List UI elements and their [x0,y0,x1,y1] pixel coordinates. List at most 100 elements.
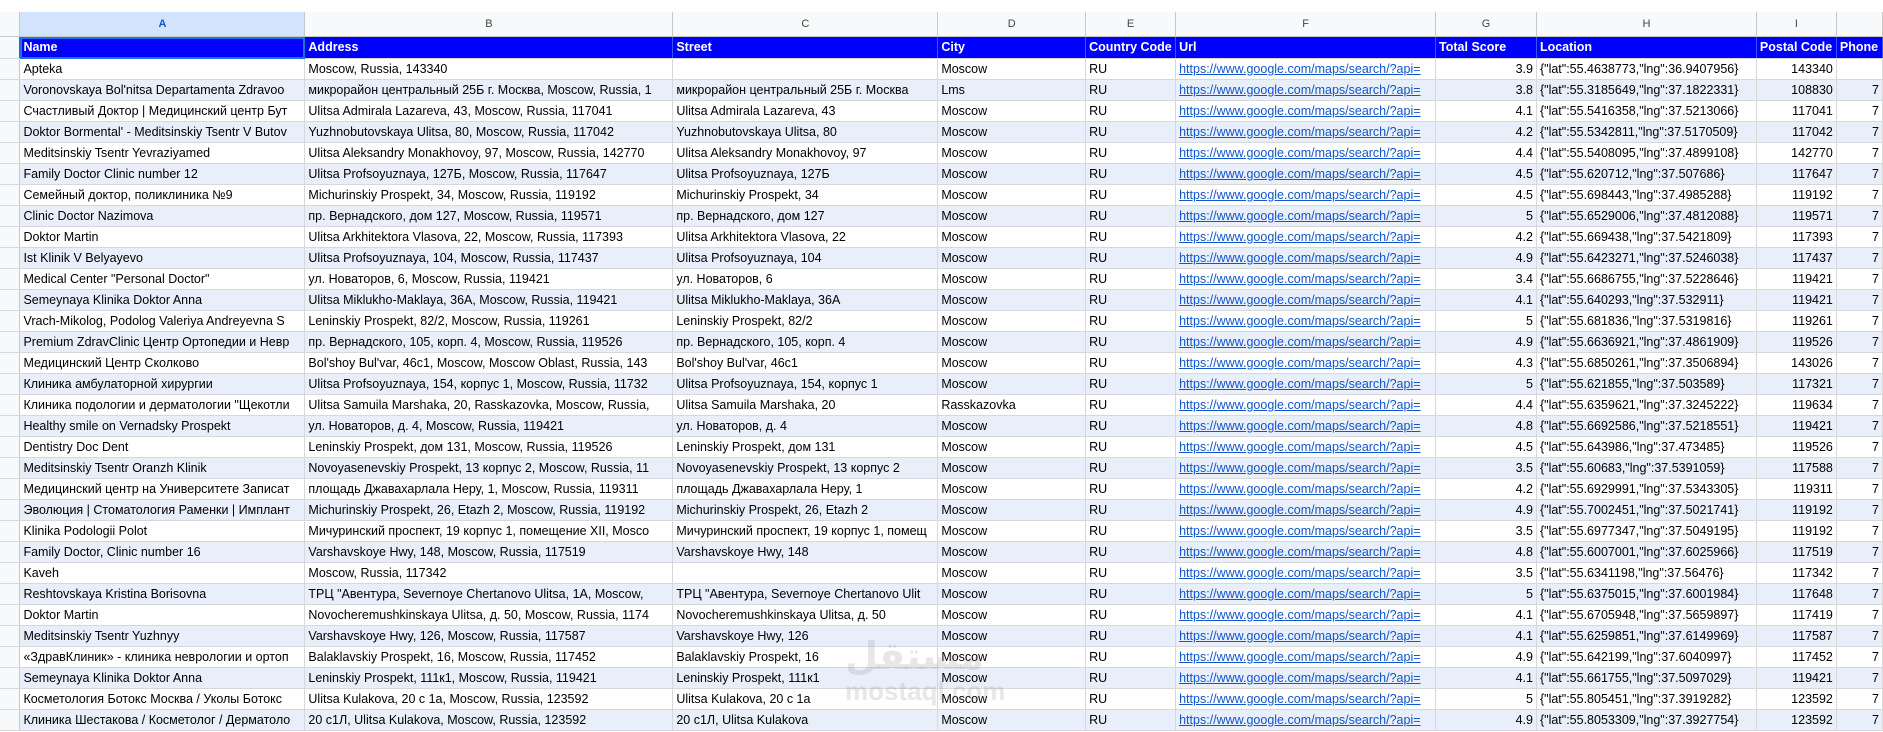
table-cell[interactable]: Family Doctor, Clinic number 16 [19,541,306,563]
table-cell[interactable]: {"lat":55.6850261,"lng":37.3506894} [1536,352,1757,374]
table-cell[interactable]: {"lat":55.5416358,"lng":37.5213066} [1536,100,1757,122]
table-cell[interactable]: 117042 [1756,121,1837,143]
table-cell[interactable]: 119261 [1756,310,1837,332]
table-cell[interactable]: пр. Вернадского, 105, корп. 4 [672,331,939,353]
table-cell[interactable] [672,562,939,584]
table-cell[interactable]: {"lat":55.698443,"lng":37.4985288} [1536,184,1757,206]
header-cell[interactable]: Url [1175,36,1437,59]
url-link-cell[interactable]: https://www.google.com/maps/search/?api= [1175,247,1437,269]
table-cell[interactable]: {"lat":55.643986,"lng":37.473485} [1536,436,1757,458]
table-cell[interactable]: Moscow [937,121,1087,143]
table-cell[interactable]: 4.8 [1435,415,1537,437]
table-cell[interactable]: Ulitsa Profsoyuznaya, 104 [672,247,939,269]
table-cell[interactable]: Moscow, Russia, 117342 [304,562,674,584]
table-cell[interactable]: 4.5 [1435,163,1537,185]
url-link-cell[interactable]: https://www.google.com/maps/search/?api= [1175,436,1437,458]
table-cell[interactable]: RU [1085,58,1177,80]
table-cell[interactable]: Moscow [937,247,1087,269]
table-cell[interactable]: 3.4 [1435,268,1537,290]
table-cell[interactable]: {"lat":55.6341198,"lng":37.56476} [1536,562,1757,584]
table-cell[interactable]: Rasskazovka [937,394,1087,416]
header-cell[interactable]: Name [19,36,306,59]
row-number[interactable] [0,667,21,689]
column-header-h[interactable]: H [1536,12,1757,37]
table-cell[interactable]: {"lat":55.640293,"lng":37.532911} [1536,289,1757,311]
header-cell[interactable]: Address [304,36,674,59]
table-cell[interactable]: Leninskiy Prospekt, 82/2 [672,310,939,332]
table-cell[interactable]: Moscow [937,100,1087,122]
table-cell[interactable]: 4.1 [1435,625,1537,647]
table-cell[interactable]: {"lat":55.4638773,"lng":36.9407956} [1536,58,1757,80]
header-cell[interactable]: Street [672,36,939,59]
table-cell[interactable]: микрорайон центральный 25Б г. Москва [672,79,939,101]
table-cell[interactable]: 4.4 [1435,142,1537,164]
header-cell[interactable]: Location [1536,36,1757,59]
table-cell[interactable]: 20 с1Л, Ulitsa Kulakova, Moscow, Russia,… [304,709,674,731]
table-cell[interactable]: 4.2 [1435,226,1537,248]
table-cell[interactable]: 7 [1836,562,1883,584]
table-cell[interactable]: 7 [1836,79,1883,101]
table-cell[interactable]: «ЗдравКлиник» - клиника неврологии и орт… [19,646,306,668]
url-link-cell[interactable]: https://www.google.com/maps/search/?api= [1175,394,1437,416]
table-cell[interactable]: 123592 [1756,709,1837,731]
row-number[interactable] [0,457,21,479]
table-cell[interactable]: Moscow [937,583,1087,605]
table-cell[interactable]: Varshavskoye Hwy, 126, Moscow, Russia, 1… [304,625,674,647]
row-number[interactable] [0,58,21,80]
table-cell[interactable]: {"lat":55.805451,"lng":37.3919282} [1536,688,1757,710]
url-link-cell[interactable]: https://www.google.com/maps/search/?api= [1175,709,1437,731]
row-number[interactable] [0,142,21,164]
table-cell[interactable]: Clinic Doctor Nazimova [19,205,306,227]
table-cell[interactable]: Moscow [937,289,1087,311]
table-cell[interactable]: 119526 [1756,331,1837,353]
table-cell[interactable]: RU [1085,226,1177,248]
header-cell[interactable]: Phone [1836,36,1883,59]
table-cell[interactable]: 7 [1836,709,1883,731]
table-cell[interactable]: 7 [1836,394,1883,416]
row-number[interactable] [0,562,21,584]
table-cell[interactable]: Medical Center "Personal Doctor" [19,268,306,290]
table-cell[interactable]: Moscow [937,58,1087,80]
table-cell[interactable]: микрорайон центральный 25Б г. Москва, Mo… [304,79,674,101]
table-cell[interactable]: 7 [1836,520,1883,542]
table-cell[interactable]: 7 [1836,121,1883,143]
table-cell[interactable]: {"lat":55.6375015,"lng":37.6001984} [1536,583,1757,605]
table-cell[interactable]: Yuzhnobutovskaya Ulitsa, 80, Moscow, Rus… [304,121,674,143]
table-cell[interactable]: 7 [1836,604,1883,626]
url-link-cell[interactable]: https://www.google.com/maps/search/?api= [1175,688,1437,710]
table-cell[interactable]: Lms [937,79,1087,101]
table-cell[interactable]: 4.1 [1435,100,1537,122]
table-cell[interactable]: Reshtovskaya Kristina Borisovna [19,583,306,605]
table-cell[interactable]: 7 [1836,499,1883,521]
table-cell[interactable]: Мичуринский проспект, 19 корпус 1, помещ [672,520,939,542]
url-link-cell[interactable]: https://www.google.com/maps/search/?api= [1175,520,1437,542]
table-cell[interactable]: Moscow [937,268,1087,290]
url-link-cell[interactable]: https://www.google.com/maps/search/?api= [1175,289,1437,311]
table-cell[interactable]: Moscow [937,520,1087,542]
table-cell[interactable]: {"lat":55.8053309,"lng":37.3927754} [1536,709,1757,731]
table-cell[interactable]: Moscow [937,436,1087,458]
row-number[interactable] [0,121,21,143]
table-cell[interactable]: 119192 [1756,520,1837,542]
table-cell[interactable]: Moscow [937,352,1087,374]
table-cell[interactable]: площадь Джавахарлала Неру, 1, Moscow, Ru… [304,478,674,500]
table-cell[interactable]: Клиника подологии и дерматологии "Щекотл… [19,394,306,416]
table-cell[interactable]: 7 [1836,226,1883,248]
table-cell[interactable]: RU [1085,142,1177,164]
url-link-cell[interactable]: https://www.google.com/maps/search/?api= [1175,205,1437,227]
url-link-cell[interactable]: https://www.google.com/maps/search/?api= [1175,457,1437,479]
table-cell[interactable]: 7 [1836,331,1883,353]
table-cell[interactable]: Bol'shoy Bul'var, 46с1 [672,352,939,374]
url-link-cell[interactable]: https://www.google.com/maps/search/?api= [1175,625,1437,647]
table-cell[interactable]: Doktor Martin [19,226,306,248]
table-cell[interactable]: ул. Новаторов, 6 [672,268,939,290]
table-cell[interactable]: 5 [1435,373,1537,395]
spreadsheet-grid[interactable]: ABCDEFGHI Name Address Street City Country C… [0,12,1883,731]
table-cell[interactable]: Moscow [937,646,1087,668]
row-number[interactable] [0,268,21,290]
table-cell[interactable]: Ist Klinik V Belyayevo [19,247,306,269]
table-cell[interactable]: 117519 [1756,541,1837,563]
table-cell[interactable]: Moscow [937,478,1087,500]
url-link-cell[interactable]: https://www.google.com/maps/search/?api= [1175,646,1437,668]
table-cell[interactable]: 117041 [1756,100,1837,122]
